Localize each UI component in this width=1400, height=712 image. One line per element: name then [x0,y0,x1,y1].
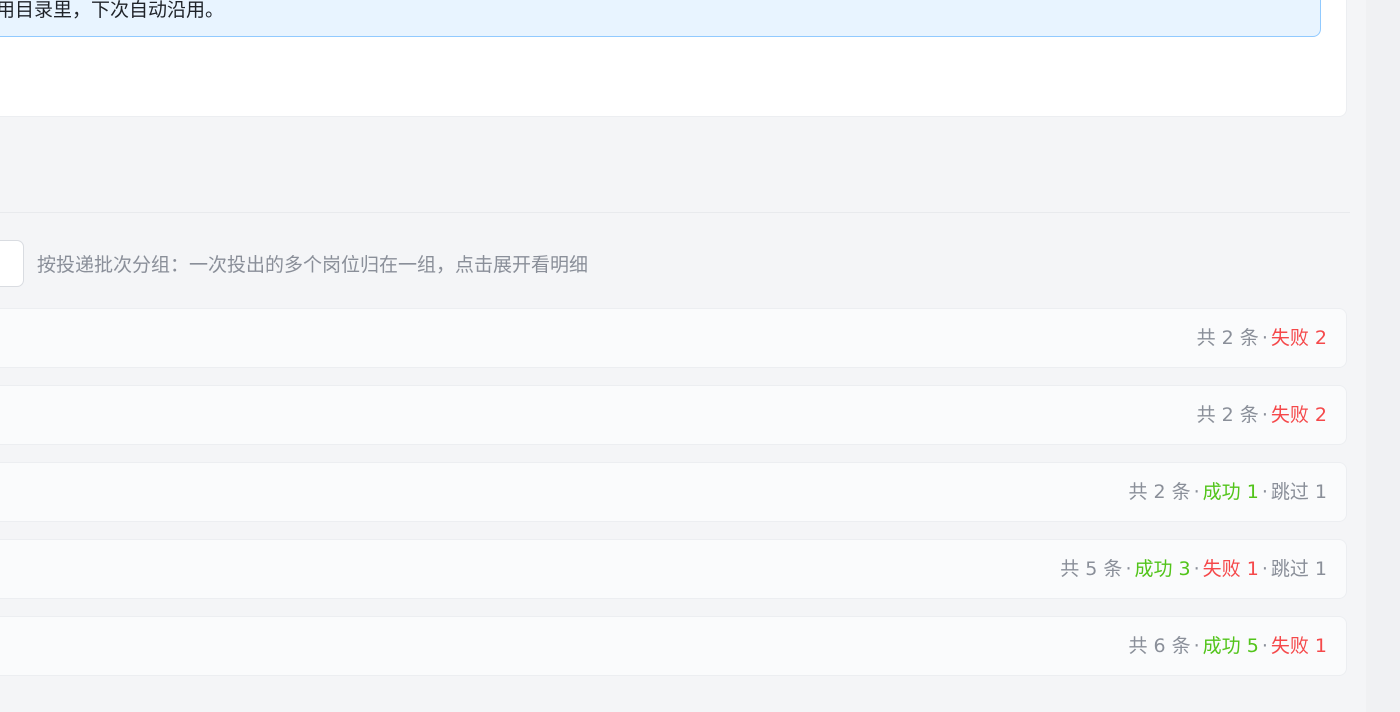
batch-row[interactable]: 共 2 条 · 成功 1 · 跳过 1 [0,462,1347,522]
batch-summary: 共 2 条 · 失败 2 [1197,401,1327,429]
separator: · [1125,558,1132,580]
separator: · [1261,481,1268,503]
batch-success-count: 成功 3 [1134,558,1191,580]
batch-row[interactable]: 共 6 条 · 成功 5 · 失败 1 [0,616,1347,676]
separator: · [1193,558,1200,580]
batch-total: 共 2 条 [1196,327,1259,349]
separator: · [1193,481,1200,503]
batch-skip-count: 跳过 1 [1270,558,1327,580]
page: 用目录里，下次自动沿用。 按投递批次分组：一次投出的多个岗位归在一组，点击展开看… [0,0,1400,712]
batch-summary: 共 5 条 · 成功 3 · 失败 1 · 跳过 1 [1060,555,1327,583]
batch-success-count: 成功 1 [1202,481,1259,503]
batch-row[interactable]: 共 5 条 · 成功 3 · 失败 1 · 跳过 1 [0,539,1347,599]
separator: · [1261,558,1268,580]
batch-skip-count: 跳过 1 [1270,481,1327,503]
batch-total: 共 5 条 [1060,558,1123,580]
batch-fail-count: 失败 2 [1270,327,1327,349]
separator: · [1193,635,1200,657]
grouping-hint: 按投递批次分组：一次投出的多个岗位归在一组，点击展开看明细 [37,254,589,276]
page-margin [1366,0,1400,712]
batch-fail-count: 失败 1 [1270,635,1327,657]
batch-summary: 共 2 条 · 成功 1 · 跳过 1 [1128,478,1327,506]
info-banner-text: 用目录里，下次自动沿用。 [0,0,225,21]
separator: · [1261,635,1268,657]
group-toggle[interactable] [0,240,24,287]
batch-row[interactable]: 共 2 条 · 失败 2 [0,385,1347,445]
separator: · [1261,327,1268,349]
separator: · [1261,404,1268,426]
batch-summary: 共 2 条 · 失败 2 [1197,324,1327,352]
batch-total: 共 2 条 [1196,404,1259,426]
batch-fail-count: 失败 1 [1202,558,1259,580]
batch-total: 共 2 条 [1128,481,1191,503]
batch-success-count: 成功 5 [1202,635,1259,657]
batch-summary: 共 6 条 · 成功 5 · 失败 1 [1128,632,1327,660]
section-divider [0,212,1350,213]
batch-row[interactable]: 共 2 条 · 失败 2 [0,308,1347,368]
batch-total: 共 6 条 [1128,635,1191,657]
batch-fail-count: 失败 2 [1270,404,1327,426]
batch-list: 共 2 条 · 失败 2共 2 条 · 失败 2共 2 条 · 成功 1 · 跳过 1共 5 条… [0,308,1347,693]
